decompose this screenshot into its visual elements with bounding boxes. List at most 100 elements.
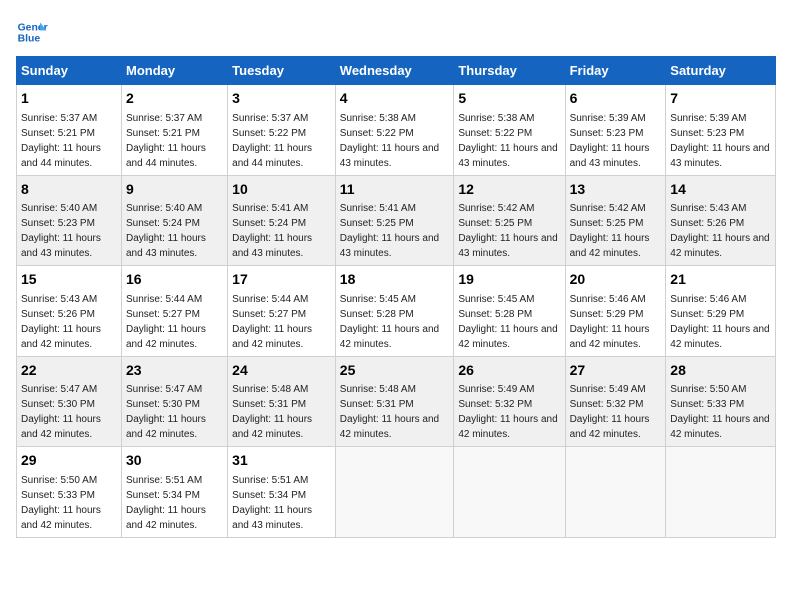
daylight-info: Daylight: 11 hours and 43 minutes. <box>458 233 557 259</box>
calendar-cell: 15Sunrise: 5:43 AMSunset: 5:26 PMDayligh… <box>17 266 122 357</box>
header-cell-saturday: Saturday <box>666 57 776 85</box>
day-number: 5 <box>458 89 560 109</box>
sunset-info: Sunset: 5:28 PM <box>458 309 532 320</box>
sunset-info: Sunset: 5:21 PM <box>21 128 95 139</box>
sunset-info: Sunset: 5:24 PM <box>232 218 306 229</box>
week-row-1: 1Sunrise: 5:37 AMSunset: 5:21 PMDaylight… <box>17 85 776 176</box>
daylight-info: Daylight: 11 hours and 42 minutes. <box>570 233 650 259</box>
calendar-cell: 9Sunrise: 5:40 AMSunset: 5:24 PMDaylight… <box>122 175 228 266</box>
calendar-cell: 29Sunrise: 5:50 AMSunset: 5:33 PMDayligh… <box>17 447 122 538</box>
daylight-info: Daylight: 11 hours and 42 minutes. <box>126 505 206 531</box>
calendar-cell: 17Sunrise: 5:44 AMSunset: 5:27 PMDayligh… <box>228 266 336 357</box>
daylight-info: Daylight: 11 hours and 44 minutes. <box>21 143 101 169</box>
sunrise-info: Sunrise: 5:41 AM <box>232 203 308 214</box>
sunrise-info: Sunrise: 5:47 AM <box>126 384 202 395</box>
sunrise-info: Sunrise: 5:39 AM <box>670 113 746 124</box>
day-number: 27 <box>570 361 662 381</box>
day-number: 22 <box>21 361 117 381</box>
daylight-info: Daylight: 11 hours and 42 minutes. <box>232 414 312 440</box>
sunset-info: Sunset: 5:33 PM <box>21 490 95 501</box>
calendar-cell: 11Sunrise: 5:41 AMSunset: 5:25 PMDayligh… <box>335 175 454 266</box>
sunrise-info: Sunrise: 5:41 AM <box>340 203 416 214</box>
sunset-info: Sunset: 5:25 PM <box>570 218 644 229</box>
sunrise-info: Sunrise: 5:51 AM <box>232 475 308 486</box>
sunset-info: Sunset: 5:25 PM <box>340 218 414 229</box>
sunset-info: Sunset: 5:31 PM <box>232 399 306 410</box>
daylight-info: Daylight: 11 hours and 43 minutes. <box>232 233 312 259</box>
daylight-info: Daylight: 11 hours and 42 minutes. <box>126 324 206 350</box>
calendar-cell: 13Sunrise: 5:42 AMSunset: 5:25 PMDayligh… <box>565 175 666 266</box>
daylight-info: Daylight: 11 hours and 42 minutes. <box>21 505 101 531</box>
sunset-info: Sunset: 5:31 PM <box>340 399 414 410</box>
header-cell-sunday: Sunday <box>17 57 122 85</box>
daylight-info: Daylight: 11 hours and 44 minutes. <box>232 143 312 169</box>
sunrise-info: Sunrise: 5:51 AM <box>126 475 202 486</box>
sunrise-info: Sunrise: 5:37 AM <box>126 113 202 124</box>
sunset-info: Sunset: 5:23 PM <box>21 218 95 229</box>
week-row-3: 15Sunrise: 5:43 AMSunset: 5:26 PMDayligh… <box>17 266 776 357</box>
calendar-table: SundayMondayTuesdayWednesdayThursdayFrid… <box>16 56 776 538</box>
sunset-info: Sunset: 5:34 PM <box>232 490 306 501</box>
day-number: 9 <box>126 180 223 200</box>
sunset-info: Sunset: 5:25 PM <box>458 218 532 229</box>
calendar-cell: 23Sunrise: 5:47 AMSunset: 5:30 PMDayligh… <box>122 356 228 447</box>
day-number: 17 <box>232 270 331 290</box>
daylight-info: Daylight: 11 hours and 42 minutes. <box>570 414 650 440</box>
daylight-info: Daylight: 11 hours and 43 minutes. <box>232 505 312 531</box>
sunrise-info: Sunrise: 5:49 AM <box>570 384 646 395</box>
header-row: SundayMondayTuesdayWednesdayThursdayFrid… <box>17 57 776 85</box>
sunrise-info: Sunrise: 5:46 AM <box>670 294 746 305</box>
calendar-cell: 31 Sunrise: 5:51 AM Sunset: 5:34 PM Dayligh… <box>228 447 336 538</box>
day-number: 24 <box>232 361 331 381</box>
daylight-info: Daylight: 11 hours and 42 minutes. <box>21 324 101 350</box>
sunset-info: Sunset: 5:32 PM <box>458 399 532 410</box>
calendar-cell: 8Sunrise: 5:40 AMSunset: 5:23 PMDaylight… <box>17 175 122 266</box>
calendar-cell <box>335 447 454 538</box>
day-number: 19 <box>458 270 560 290</box>
logo: General Blue <box>16 16 48 48</box>
day-number: 20 <box>570 270 662 290</box>
daylight-info: Daylight: 11 hours and 42 minutes. <box>232 324 312 350</box>
sunrise-info: Sunrise: 5:39 AM <box>570 113 646 124</box>
day-number: 21 <box>670 270 771 290</box>
sunset-info: Sunset: 5:26 PM <box>21 309 95 320</box>
sunset-info: Sunset: 5:22 PM <box>232 128 306 139</box>
day-number: 30 <box>126 451 223 471</box>
day-number: 2 <box>126 89 223 109</box>
daylight-info: Daylight: 11 hours and 42 minutes. <box>458 324 557 350</box>
sunset-info: Sunset: 5:22 PM <box>340 128 414 139</box>
calendar-cell: 7Sunrise: 5:39 AMSunset: 5:23 PMDaylight… <box>666 85 776 176</box>
daylight-info: Daylight: 11 hours and 42 minutes. <box>458 414 557 440</box>
day-number: 23 <box>126 361 223 381</box>
sunrise-info: Sunrise: 5:46 AM <box>570 294 646 305</box>
daylight-info: Daylight: 11 hours and 43 minutes. <box>670 143 769 169</box>
daylight-info: Daylight: 11 hours and 42 minutes. <box>340 414 439 440</box>
calendar-cell: 30 Sunrise: 5:51 AM Sunset: 5:34 PM Dayligh… <box>122 447 228 538</box>
sunrise-info: Sunrise: 5:48 AM <box>340 384 416 395</box>
sunset-info: Sunset: 5:34 PM <box>126 490 200 501</box>
week-row-5: 29Sunrise: 5:50 AMSunset: 5:33 PMDayligh… <box>17 447 776 538</box>
sunset-info: Sunset: 5:28 PM <box>340 309 414 320</box>
calendar-cell: 5Sunrise: 5:38 AMSunset: 5:22 PMDaylight… <box>454 85 565 176</box>
header-cell-friday: Friday <box>565 57 666 85</box>
svg-text:Blue: Blue <box>18 34 41 45</box>
sunset-info: Sunset: 5:30 PM <box>21 399 95 410</box>
day-number: 7 <box>670 89 771 109</box>
sunrise-info: Sunrise: 5:45 AM <box>458 294 534 305</box>
sunset-info: Sunset: 5:29 PM <box>670 309 744 320</box>
calendar-cell <box>666 447 776 538</box>
daylight-info: Daylight: 11 hours and 42 minutes. <box>126 414 206 440</box>
calendar-cell: 25Sunrise: 5:48 AMSunset: 5:31 PMDayligh… <box>335 356 454 447</box>
calendar-cell: 27 Sunrise: 5:49 AM Sunset: 5:32 PM Dayligh… <box>565 356 666 447</box>
day-number: 31 <box>232 451 331 471</box>
daylight-info: Daylight: 11 hours and 42 minutes. <box>340 324 439 350</box>
calendar-cell: 16Sunrise: 5:44 AMSunset: 5:27 PMDayligh… <box>122 266 228 357</box>
calendar-cell: 2Sunrise: 5:37 AMSunset: 5:21 PMDaylight… <box>122 85 228 176</box>
sunset-info: Sunset: 5:32 PM <box>570 399 644 410</box>
day-number: 14 <box>670 180 771 200</box>
calendar-cell: 1Sunrise: 5:37 AMSunset: 5:21 PMDaylight… <box>17 85 122 176</box>
header-cell-monday: Monday <box>122 57 228 85</box>
calendar-cell: 3Sunrise: 5:37 AMSunset: 5:22 PMDaylight… <box>228 85 336 176</box>
sunset-info: Sunset: 5:33 PM <box>670 399 744 410</box>
sunrise-info: Sunrise: 5:38 AM <box>340 113 416 124</box>
